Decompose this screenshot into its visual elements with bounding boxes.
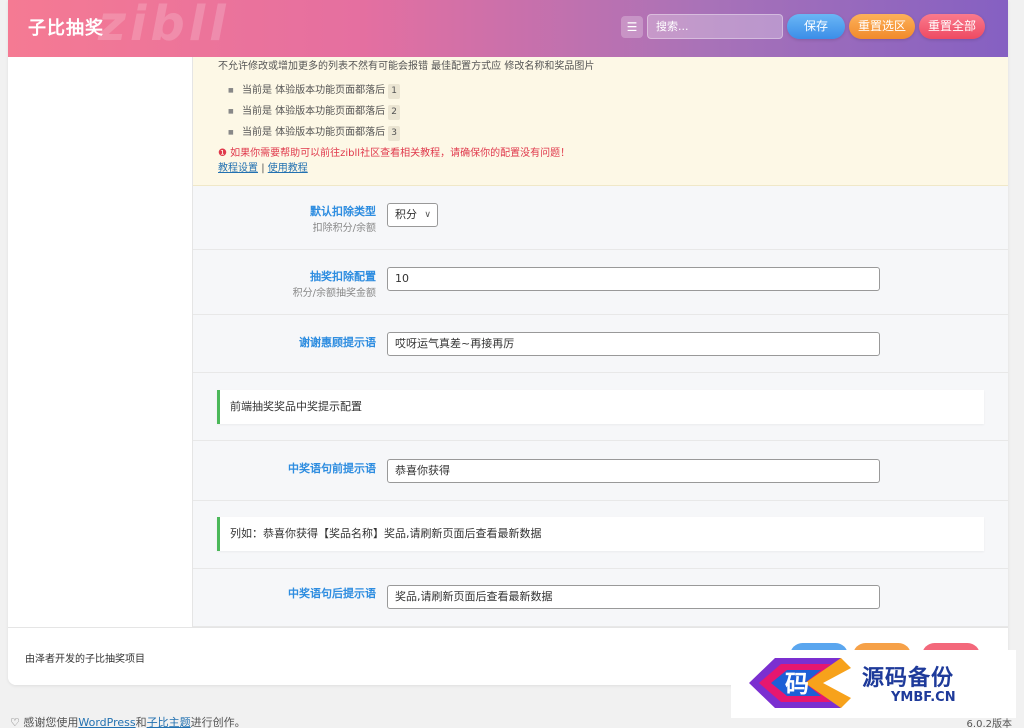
- prize-suffix-label: 中奖语句后提示语: [288, 587, 376, 600]
- usage-tutorial-link[interactable]: 使用教程: [268, 163, 308, 174]
- reset-section-button[interactable]: 重置选区: [849, 14, 915, 39]
- row-deduct-type: 默认扣除类型 扣除积分/余额 积分 ∨: [193, 186, 1008, 250]
- example-subheading: 列如：恭喜你获得【奖品名称】奖品,请刷新页面后查看最新数据: [217, 517, 984, 551]
- wp-thanks: ♡ 感谢您使用WordPress和子比主题进行创作。: [10, 716, 246, 728]
- help-warning: ❶ 如果你需要帮助可以前往zibll社区查看相关教程，请确保你的配置没有问题！: [218, 148, 571, 159]
- prize-prefix-label: 中奖语句前提示语: [288, 462, 376, 475]
- row-thanks-prompt: 谢谢惠顾提示语 哎呀运气真差~再接再厉: [193, 315, 1008, 373]
- save-button[interactable]: 保存: [787, 14, 845, 39]
- logo-domain-text: YMBF.CN: [891, 690, 956, 705]
- header-bar: zibll 子比抽奖 ☰ 搜索... 保存 重置选区 重置全部: [8, 0, 1008, 57]
- theme-link[interactable]: 子比主题: [147, 716, 191, 728]
- reset-all-button[interactable]: 重置全部: [919, 14, 985, 39]
- thanks-prompt-input[interactable]: 哎呀运气真差~再接再厉: [387, 332, 880, 356]
- tutorial-settings-link[interactable]: 教程设置: [218, 163, 258, 174]
- prize-config-subheading: 前端抽奖奖品中奖提示配置: [217, 390, 984, 424]
- page-title: 子比抽奖: [28, 18, 104, 39]
- svg-text:码: 码: [785, 670, 809, 698]
- logo-brand-text: 源码备份: [862, 666, 955, 691]
- chevron-down-icon: ∨: [424, 210, 431, 220]
- deduct-type-label: 默认扣除类型: [310, 205, 376, 218]
- notice-list: 当前是 体验版本功能页面都落后1 当前是 体验版本功能页面都落后2 当前是 体验…: [228, 81, 400, 144]
- deduct-type-sub: 扣除积分/余额: [312, 223, 376, 234]
- prize-prefix-input[interactable]: 恭喜你获得: [387, 459, 880, 483]
- row-prize-suffix: 中奖语句后提示语 奖品,请刷新页面后查看最新数据: [193, 569, 1008, 627]
- list-item: 当前是 体验版本功能页面都落后3: [228, 123, 400, 144]
- footer-credit: 由泽者开发的子比抽奖项目: [25, 654, 145, 665]
- settings-panel: zibll 子比抽奖 ☰ 搜索... 保存 重置选区 重置全部 不允许修改或增加…: [8, 0, 1008, 685]
- search-input[interactable]: 搜索...: [647, 14, 783, 39]
- deduct-config-sub: 积分/余额抽奖金额: [292, 288, 376, 299]
- header-watermark: zibll: [98, 0, 230, 52]
- help-links: 教程设置 | 使用教程: [218, 163, 308, 174]
- row-subhead-prize: 前端抽奖奖品中奖提示配置: [193, 373, 1008, 441]
- row-deduct-config: 抽奖扣除配置 积分/余额抽奖金额 10: [193, 250, 1008, 315]
- watermark-logo: 码 源码备份 YMBF.CN: [731, 650, 1016, 718]
- logo-mark-icon: 码: [749, 658, 851, 708]
- heart-icon: ♡: [10, 716, 20, 728]
- menu-toggle-icon[interactable]: ☰: [621, 16, 643, 38]
- row-prize-prefix: 中奖语句前提示语 恭喜你获得: [193, 441, 1008, 501]
- row-subhead-example: 列如：恭喜你获得【奖品名称】奖品,请刷新页面后查看最新数据: [193, 501, 1008, 569]
- list-item: 当前是 体验版本功能页面都落后2: [228, 102, 400, 123]
- sidebar-nav: [8, 57, 193, 627]
- thanks-prompt-label: 谢谢惠顾提示语: [299, 336, 376, 349]
- deduct-config-input[interactable]: 10: [387, 267, 880, 291]
- notice-top-line: 不允许修改或增加更多的列表不然有可能会报错 最佳配置方式应 修改名称和奖品图片: [218, 61, 595, 72]
- deduct-type-select[interactable]: 积分 ∨: [387, 203, 438, 227]
- notice-box: 不允许修改或增加更多的列表不然有可能会报错 最佳配置方式应 修改名称和奖品图片 …: [193, 57, 1008, 186]
- deduct-config-label: 抽奖扣除配置: [310, 270, 376, 283]
- prize-suffix-input[interactable]: 奖品,请刷新页面后查看最新数据: [387, 585, 880, 609]
- list-item: 当前是 体验版本功能页面都落后1: [228, 81, 400, 102]
- wordpress-link[interactable]: WordPress: [78, 716, 135, 728]
